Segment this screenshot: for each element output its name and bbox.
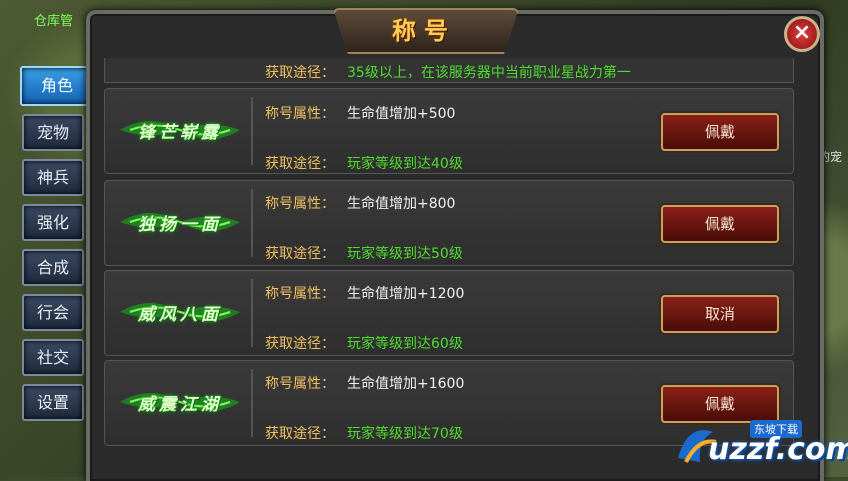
source-label: 获取途径：	[265, 156, 335, 172]
attr-label: 称号属性：	[265, 196, 335, 212]
attr-value: 生命值增加+500	[347, 106, 456, 122]
source-label: 获取途径：	[265, 246, 335, 262]
source-value: 玩家等级到达40级	[347, 156, 463, 172]
divider	[251, 279, 253, 347]
title-badge: 威震江湖	[115, 379, 245, 425]
title-row: 独扬一面 称号属性： 生命值增加+800 获取途径： 玩家等级到达50级 佩戴	[104, 180, 794, 266]
title-row: 威风八面 称号属性： 生命值增加+1200 获取途径： 玩家等级到达60级 取消	[104, 270, 794, 356]
source-value: 玩家等级到达70级	[347, 426, 463, 442]
sidebar-item-social[interactable]: 社交	[22, 339, 84, 376]
divider	[251, 189, 253, 257]
sidebar-item-settings[interactable]: 设置	[22, 384, 84, 421]
title-badge: 独扬一面	[115, 199, 245, 245]
sidebar-item-role[interactable]: 角色	[20, 66, 94, 106]
title-name: 锋芒崭露	[138, 122, 222, 143]
npc-label: 仓库管	[34, 14, 74, 29]
attr-label: 称号属性：	[265, 286, 335, 302]
attr-label: 称号属性：	[265, 376, 335, 392]
title-badge: 威风八面	[115, 289, 245, 335]
title-name: 威震江湖	[138, 394, 222, 415]
watermark-brand: uzzf.com	[708, 432, 848, 467]
title-name: 威风八面	[138, 304, 222, 325]
attr-label: 称号属性：	[265, 106, 335, 122]
sidebar-item-weapon[interactable]: 神兵	[22, 159, 84, 196]
sidebar-item-enhance[interactable]: 强化	[22, 204, 84, 241]
wear-button[interactable]: 佩戴	[661, 205, 779, 243]
attr-value: 生命值增加+800	[347, 196, 456, 212]
sidebar-item-combine[interactable]: 合成	[22, 249, 84, 286]
source-label: 获取途径：	[265, 426, 335, 442]
attr-value: 生命值增加+1200	[347, 286, 465, 302]
title-name: 独扬一面	[138, 214, 222, 235]
source-value: 玩家等级到达60级	[347, 336, 463, 352]
title-badge: 锋芒崭露	[115, 107, 245, 153]
title-list[interactable]: 锋芒崭露 称号属性： 生命值增加+500 获取途径： 玩家等级到达40级 佩戴 …	[100, 58, 796, 477]
divider	[251, 97, 253, 165]
sidebar-item-guild[interactable]: 行会	[22, 294, 84, 331]
cancel-button[interactable]: 取消	[661, 295, 779, 333]
divider	[251, 369, 253, 437]
wear-button[interactable]: 佩戴	[661, 113, 779, 151]
close-icon[interactable]: ×	[784, 16, 820, 52]
source-label: 获取途径：	[265, 336, 335, 352]
sidebar-item-pet[interactable]: 宠物	[22, 114, 84, 151]
source-value: 玩家等级到达50级	[347, 246, 463, 262]
panel-title: 称号	[392, 17, 456, 45]
title-row: 锋芒崭露 称号属性： 生命值增加+500 获取途径： 玩家等级到达40级 佩戴	[104, 88, 794, 174]
attr-value: 生命值增加+1600	[347, 376, 465, 392]
